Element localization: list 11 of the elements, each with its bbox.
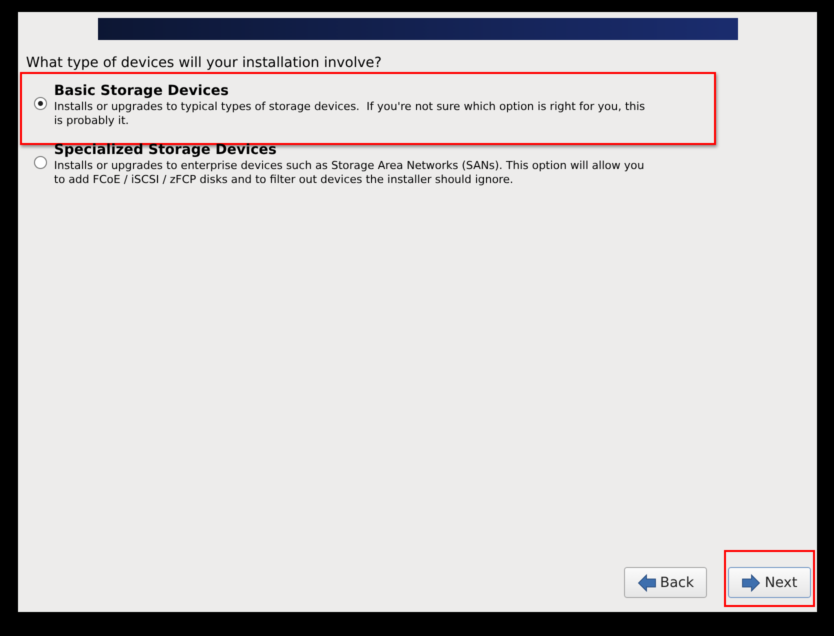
option-title: Specialized Storage Devices <box>54 142 278 159</box>
radio-button[interactable] <box>34 156 47 169</box>
arrow-icon <box>637 574 656 592</box>
radio-button[interactable] <box>34 97 47 110</box>
option-description: Installs or upgrades to typical types of storage devices. If you're not sure which option is right for you, this is probably it. <box>54 100 646 128</box>
option-title: Basic Storage Devices <box>54 83 230 100</box>
arrow-icon <box>742 574 761 592</box>
next-button[interactable]: Next <box>728 567 811 598</box>
option-description: Installs or upgrades to enterprise devices such as Storage Area Networks (SANs). This option will allow you to add FCoE / iSCSI / zFCP disks and to filter out devices the installer should ignore. <box>54 159 646 187</box>
back-button[interactable]: Back <box>624 567 707 598</box>
question-text: What type of devices will your installation involve? <box>26 55 383 72</box>
